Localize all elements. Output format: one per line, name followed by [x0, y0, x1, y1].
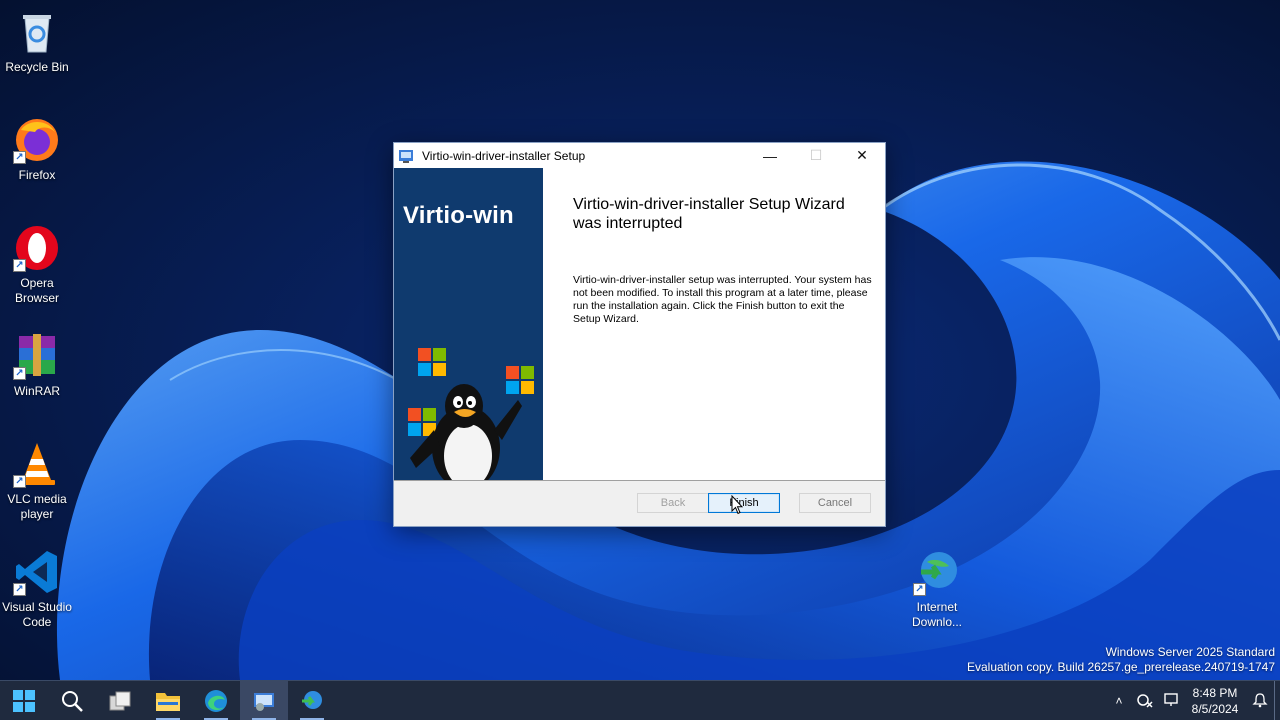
desktop-icon-recycle-bin[interactable]: Recycle Bin — [0, 8, 74, 75]
desktop-icon-label: Recycle Bin — [5, 60, 69, 74]
desktop-icon-label: player — [20, 507, 54, 521]
windows-evaluation-watermark: Windows Server 2025 Standard Evaluation … — [967, 645, 1275, 675]
installer-banner: Virtio-win — [394, 168, 543, 480]
desktop-icon-label: Code — [22, 615, 52, 629]
desktop-icon-label: Visual Studio — [2, 600, 72, 614]
vlc-cone-icon: ↗ — [13, 440, 61, 488]
edge-browser-icon — [205, 689, 227, 712]
back-button: Back — [637, 493, 709, 513]
system-tray: ˄ 8:48 PM 8/5/2024 — [1106, 681, 1280, 720]
watermark-build: Evaluation copy. Build 26257.ge_prerelea… — [966, 660, 1275, 674]
desktop-icon-vscode[interactable]: ↗ Visual Studio Code — [0, 548, 74, 630]
desktop-icon-label: Firefox — [18, 168, 56, 182]
start-button[interactable] — [0, 681, 48, 720]
clock-date: 8/5/2024 — [1191, 702, 1239, 716]
taskbar-internet-download-manager[interactable] — [288, 681, 336, 720]
shortcut-arrow-icon: ↗ — [913, 583, 926, 596]
desktop-icon-label: VLC media — [7, 492, 67, 506]
finish-button[interactable]: Finish — [708, 493, 780, 513]
recycle-bin-icon — [13, 8, 61, 56]
cancel-button[interactable]: Cancel — [799, 493, 871, 513]
show-desktop-button[interactable] — [1274, 681, 1280, 720]
desktop-icon-label: WinRAR — [13, 384, 60, 398]
shortcut-arrow-icon: ↗ — [13, 367, 26, 380]
maximize-button: ☐ — [809, 147, 823, 163]
installer-app-icon — [254, 692, 274, 711]
network-icon[interactable] — [1132, 692, 1158, 711]
taskbar-edge[interactable] — [192, 681, 240, 720]
firefox-icon: ↗ — [13, 116, 61, 164]
taskbar-setup-running[interactable] — [240, 680, 288, 720]
internet-download-manager-icon: ↗ — [913, 548, 961, 596]
close-button[interactable]: ✕ — [839, 143, 885, 168]
desktop-icon-internet-download-manager[interactable]: ↗ Internet Downlo... — [900, 548, 974, 630]
desktop-icon-label: Downlo... — [911, 615, 963, 629]
desktop-icon-opera[interactable]: ↗ Opera Browser — [0, 224, 74, 306]
internet-download-manager-icon — [302, 690, 322, 709]
desktop-icon-label: Internet — [916, 600, 958, 614]
taskbar-clock[interactable]: 8:48 PM 8/5/2024 — [1184, 685, 1246, 717]
task-view-icon — [109, 691, 131, 710]
dialog-title: Virtio-win-driver-installer Setup — [422, 148, 586, 163]
desktop-icon-vlc[interactable]: ↗ VLC media player — [0, 440, 74, 522]
folder-icon — [156, 692, 180, 711]
minimize-button[interactable]: — — [747, 143, 793, 168]
opera-icon: ↗ — [13, 224, 61, 272]
taskbar: ˄ 8:48 PM 8/5/2024 — [0, 680, 1280, 720]
installer-app-icon — [398, 148, 414, 164]
desktop-icon-label: Browser — [14, 291, 59, 305]
desktop-icon-firefox[interactable]: ↗ Firefox — [0, 116, 74, 183]
show-hidden-icons-chevron[interactable]: ˄ — [1106, 694, 1132, 708]
task-view-button[interactable] — [96, 681, 144, 720]
dialog-content: Virtio-win-driver-installer Setup Wizard… — [543, 168, 885, 480]
display-monitor-icon[interactable] — [1158, 692, 1184, 711]
watermark-edition: Windows Server 2025 Standard — [1105, 645, 1275, 659]
desktop-icon-label: Opera — [20, 276, 54, 290]
setup-dialog: Virtio-win-driver-installer Setup — ☐ ✕ … — [393, 142, 886, 527]
shortcut-arrow-icon: ↗ — [13, 259, 26, 272]
search-icon — [62, 690, 83, 712]
desktop-icon-winrar[interactable]: ↗ WinRAR — [0, 332, 74, 399]
shortcut-arrow-icon: ↗ — [13, 151, 26, 164]
mouse-cursor-icon — [731, 495, 743, 515]
tux-penguin-windows-logos-illustration — [408, 348, 534, 480]
shortcut-arrow-icon: ↗ — [13, 475, 26, 488]
clock-time: 8:48 PM — [1192, 686, 1238, 700]
winrar-icon: ↗ — [13, 332, 61, 380]
taskbar-file-explorer[interactable] — [144, 681, 192, 720]
windows-start-icon — [13, 689, 35, 712]
notification-bell-icon[interactable] — [1246, 692, 1274, 711]
search-button[interactable] — [48, 681, 96, 720]
button-bar-separator — [394, 480, 885, 481]
dialog-heading: Virtio-win-driver-installer Setup Wizard… — [573, 196, 845, 232]
dialog-titlebar[interactable]: Virtio-win-driver-installer Setup — ☐ ✕ — [394, 143, 885, 168]
dialog-message: Virtio-win-driver-installer setup was in… — [573, 274, 872, 325]
vscode-icon: ↗ — [13, 548, 61, 596]
shortcut-arrow-icon: ↗ — [13, 583, 26, 596]
